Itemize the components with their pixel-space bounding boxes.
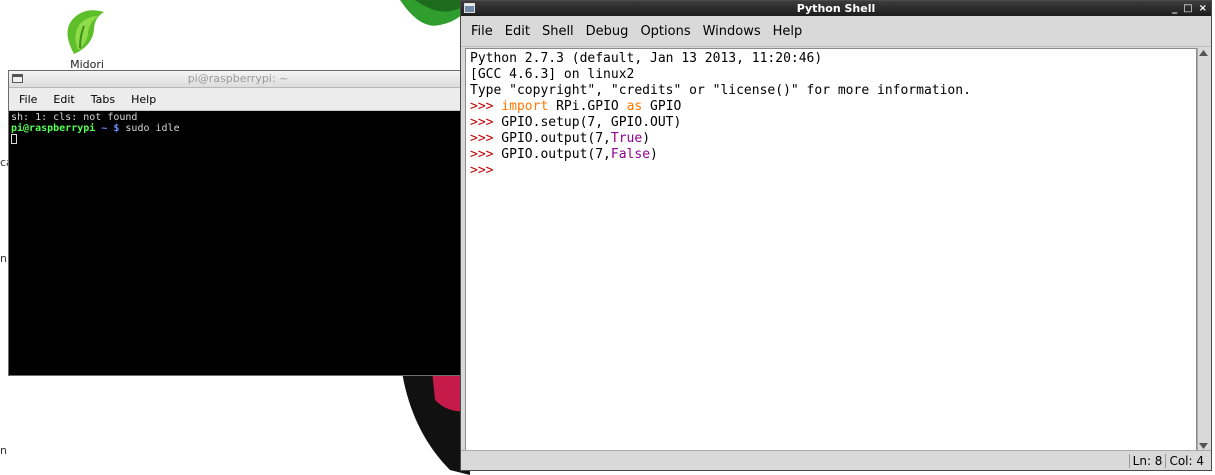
terminal-command: sudo idle bbox=[119, 123, 180, 134]
banner-line: Type "copyright", "credits" or "license(… bbox=[470, 83, 971, 98]
shell-prompt: >>> bbox=[470, 99, 494, 114]
python-shell-window[interactable]: Python Shell _ □ × File Edit Shell Debug… bbox=[460, 0, 1212, 471]
terminal-menu-file[interactable]: File bbox=[11, 93, 45, 106]
code-token: ) bbox=[642, 131, 651, 146]
terminal-title: pi@raspberrypi: ~ bbox=[187, 72, 289, 85]
menu-options[interactable]: Options bbox=[634, 24, 696, 39]
window-icon bbox=[464, 3, 475, 13]
terminal-menu-tabs[interactable]: Tabs bbox=[83, 93, 123, 106]
shell-command-line: >>> GPIO.output(7,False) bbox=[470, 147, 1192, 163]
minimize-icon[interactable]: _ bbox=[1172, 1, 1177, 16]
close-icon[interactable]: × bbox=[1199, 1, 1207, 16]
terminal-menu-edit[interactable]: Edit bbox=[45, 93, 82, 106]
code-token: GPIO.output(7, bbox=[493, 147, 611, 162]
maximize-icon[interactable]: □ bbox=[1183, 1, 1192, 16]
shell-prompt: >>> bbox=[470, 147, 494, 162]
midori-icon[interactable] bbox=[62, 6, 108, 56]
terminal-titlebar[interactable]: pi@raspberrypi: ~ bbox=[9, 71, 467, 88]
terminal-menubar: File Edit Tabs Help bbox=[9, 88, 467, 111]
window-icon bbox=[12, 74, 23, 83]
code-token: RPi.GPIO bbox=[548, 99, 627, 114]
desktop-label-fragment: n bbox=[0, 252, 7, 265]
terminal-line: sh: 1: cls: not found bbox=[11, 112, 138, 123]
python-shell-titlebar[interactable]: Python Shell _ □ × bbox=[461, 1, 1211, 16]
menu-shell[interactable]: Shell bbox=[536, 24, 580, 39]
shell-prompt: >>> bbox=[470, 163, 494, 178]
menu-edit[interactable]: Edit bbox=[499, 24, 536, 39]
banner-line: [GCC 4.6.3] on linux2 bbox=[470, 67, 635, 82]
keyword-token: import bbox=[501, 99, 549, 114]
code-token: GPIO.setup(7, GPIO.OUT) bbox=[493, 115, 682, 130]
terminal-prompt-line: pi@raspberrypi ~ $ sudo idle bbox=[11, 123, 465, 134]
vertical-scrollbar[interactable] bbox=[1197, 48, 1209, 451]
builtin-token: True bbox=[610, 131, 643, 146]
terminal-menu-help[interactable]: Help bbox=[123, 93, 164, 106]
menu-windows[interactable]: Windows bbox=[697, 24, 767, 39]
shell-command-line: >>> GPIO.setup(7, GPIO.OUT) bbox=[470, 115, 1192, 131]
terminal-window[interactable]: pi@raspberrypi: ~ File Edit Tabs Help sh… bbox=[8, 70, 468, 376]
menu-help[interactable]: Help bbox=[767, 24, 809, 39]
code-token: GPIO bbox=[642, 99, 682, 114]
menu-debug[interactable]: Debug bbox=[580, 24, 635, 39]
shell-prompt: >>> bbox=[470, 115, 494, 130]
line-number-indicator: Ln: 8 bbox=[1128, 453, 1166, 468]
keyword-token: as bbox=[626, 99, 643, 114]
shell-prompt: >>> bbox=[470, 131, 494, 146]
python-shell-title: Python Shell bbox=[796, 2, 876, 15]
terminal-cursor bbox=[11, 134, 17, 144]
python-shell-menubar: File Edit Shell Debug Options Windows He… bbox=[461, 16, 1211, 47]
scroll-up-arrow-icon[interactable] bbox=[1198, 48, 1209, 58]
desktop-label-fragment: n bbox=[0, 444, 7, 457]
code-token: ) bbox=[650, 147, 658, 162]
prompt-path: ~ $ bbox=[95, 123, 120, 134]
builtin-token: False bbox=[610, 147, 651, 162]
menu-file[interactable]: File bbox=[465, 24, 499, 39]
python-shell-text-area[interactable]: Python 2.7.3 (default, Jan 13 2013, 11:2… bbox=[465, 48, 1197, 451]
column-number-indicator: Col: 4 bbox=[1165, 453, 1207, 468]
prompt-user: pi@raspberrypi bbox=[11, 123, 96, 134]
terminal-cursor-line bbox=[11, 134, 465, 145]
banner-line: Python 2.7.3 (default, Jan 13 2013, 11:2… bbox=[470, 51, 823, 66]
shell-command-line: >>> import RPi.GPIO as GPIO bbox=[470, 99, 1192, 115]
code-token: GPIO.output(7, bbox=[493, 131, 611, 146]
terminal-output[interactable]: sh: 1: cls: not found pi@raspberrypi ~ $… bbox=[9, 111, 467, 146]
shell-active-prompt-line[interactable]: >>> bbox=[470, 163, 1192, 179]
status-bar: Ln: 8 Col: 4 bbox=[461, 450, 1211, 470]
shell-command-line: >>> GPIO.output(7,True) bbox=[470, 131, 1192, 147]
window-controls: _ □ × bbox=[1172, 1, 1207, 16]
